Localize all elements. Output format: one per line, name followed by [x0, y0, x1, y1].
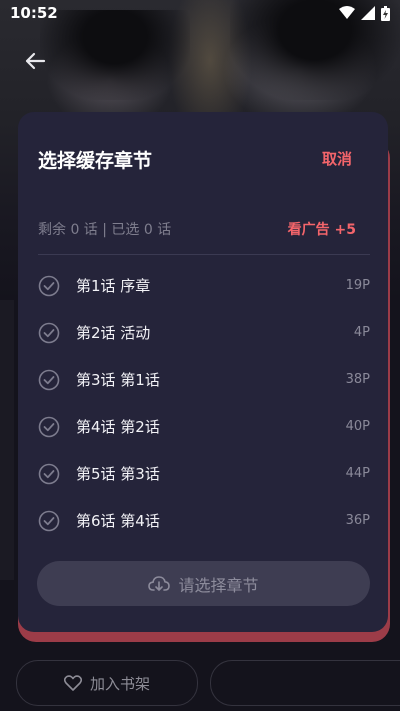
check-circle-icon[interactable]	[38, 275, 60, 297]
selection-summary: 剩余 0 话 | 已选 0 话	[38, 222, 172, 238]
battery-icon	[381, 5, 390, 21]
chapter-row[interactable]: 第6话 第4话 36P	[18, 497, 388, 544]
chapter-title: 第2话 活动	[76, 324, 151, 342]
chapter-page-count: 36P	[345, 513, 370, 528]
chapter-title: 第6话 第4话	[76, 512, 160, 530]
check-circle-icon[interactable]	[38, 322, 60, 344]
chapter-page-count: 38P	[345, 372, 370, 387]
status-time: 10:52	[10, 4, 58, 22]
heart-icon	[63, 675, 82, 691]
chapter-page-count: 4P	[353, 325, 370, 340]
check-circle-icon[interactable]	[38, 510, 60, 532]
chapter-row[interactable]: 第2话 活动 4P	[18, 309, 388, 356]
chapter-page-count: 40P	[345, 419, 370, 434]
check-circle-icon[interactable]	[38, 416, 60, 438]
add-to-shelf-button[interactable]: 加入书架	[16, 660, 198, 706]
chapter-title: 第4话 第2话	[76, 418, 160, 436]
chapter-title: 第1话 序章	[76, 277, 151, 295]
wifi-icon	[339, 6, 355, 19]
confirm-download-button[interactable]: 请选择章节	[37, 561, 370, 606]
divider	[38, 254, 370, 255]
arrow-left-icon	[25, 52, 46, 70]
chapter-page-count: 19P	[345, 278, 370, 293]
add-to-shelf-label: 加入书架	[89, 674, 150, 693]
chapter-title: 第5话 第3话	[76, 465, 160, 483]
dialog-title: 选择缓存章节	[38, 150, 153, 172]
chapter-row[interactable]: 第5话 第3话 44P	[18, 450, 388, 497]
status-icons	[339, 5, 390, 21]
check-circle-icon[interactable]	[38, 463, 60, 485]
background-panel	[0, 300, 14, 580]
signal-icon	[361, 6, 375, 20]
chapter-list: 第1话 序章 19P 第2话 活动 4P 第3话 第1话 38P 第4话 第2话…	[18, 262, 388, 544]
bottom-action-bar: 加入书架	[0, 650, 400, 711]
chapter-row[interactable]: 第3话 第1话 38P	[18, 356, 388, 403]
read-button[interactable]	[210, 660, 400, 706]
back-button[interactable]	[22, 48, 48, 74]
select-cache-chapters-dialog: 选择缓存章节 取消 剩余 0 话 | 已选 0 话 看广告 +5 第1话 序章 …	[18, 112, 388, 632]
chapter-page-count: 44P	[345, 466, 370, 481]
cloud-download-icon	[148, 575, 171, 591]
chapter-row[interactable]: 第4话 第2话 40P	[18, 403, 388, 450]
check-circle-icon[interactable]	[38, 369, 60, 391]
cancel-button[interactable]: 取消	[322, 148, 352, 169]
status-bar: 10:52	[0, 0, 400, 26]
watch-ad-button[interactable]: 看广告 +5	[288, 219, 356, 239]
chapter-title: 第3话 第1话	[76, 371, 160, 389]
chapter-row[interactable]: 第1话 序章 19P	[18, 262, 388, 309]
confirm-download-label: 请选择章节	[178, 575, 259, 595]
